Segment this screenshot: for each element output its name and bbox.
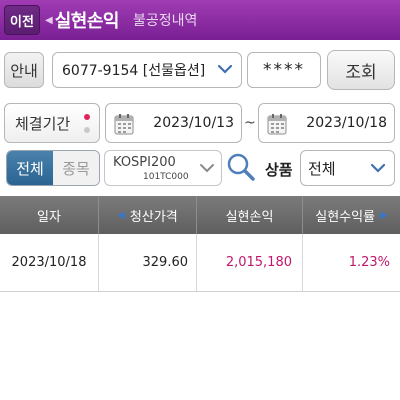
column-header-return-rate: 실현수익률 ▶ [303,196,400,234]
calendar-icon [267,114,287,135]
chevron-down-icon [217,64,233,74]
query-label: 조회 [345,62,377,83]
back-button[interactable]: 이전 [4,5,40,35]
cell-realized-pnl: 2,015,180 [197,234,303,291]
filter-row: 전체 종목 KOSPI200 101TC000 전체 [0,146,400,190]
calendar-icon [114,114,134,135]
cell-date: 2023/10/18 [0,234,99,291]
left-arrow-icon: ◀ [45,14,53,26]
instrument-name: KOSPI200 [113,155,176,170]
end-date: 2023/10/18 [306,115,387,131]
scope-segmented-control: 전체 종목 [6,150,100,186]
right-arrow-icon[interactable]: ▶ [380,210,388,221]
guide-button[interactable]: 안내 [4,52,44,88]
chevron-down-icon [200,164,214,173]
back-label: 이전 [10,14,34,30]
segment-all[interactable]: 전체 [7,151,53,185]
unfair-trades-link[interactable]: 불공정내역 [133,10,197,30]
cell-return-rate: 1.23% [348,255,390,270]
period-label: 체결기간 [15,114,71,133]
period-dot-inactive [84,127,90,133]
app-header: 이전 ◀ 실현손익 불공정내역 [0,0,400,40]
date-separator: ~ [244,115,256,131]
end-date-field[interactable]: 2023/10/18 [258,103,395,143]
column-header-label: 청산가격 [129,209,178,225]
cell-settle-price: 329.60 [99,234,197,291]
segment-item-label: 종목 [62,159,90,178]
column-header-date: 일자 [0,196,99,234]
product-select[interactable]: 전체 [300,150,395,186]
product-value: 전체 [308,159,336,178]
period-row: 체결기간 2023/10/13 ~ 2023/10/18 [0,100,400,148]
left-arrow-icon[interactable]: ◀ [117,210,125,221]
segment-all-label: 전체 [16,159,44,178]
search-icon[interactable] [226,152,256,182]
column-header-realized-pnl: 실현손익 [197,196,303,234]
account-row: 안내 6077-9154 [선물옵션] **** 조회 [0,48,400,94]
product-label: 상품 [265,161,293,179]
column-header-settle-price: ◀ 청산가격 [99,196,197,234]
segment-item[interactable]: 종목 [53,151,99,185]
guide-label: 안내 [10,61,38,80]
table-header: 일자 ◀ 청산가격 실현손익 실현수익률 ▶ [0,196,400,234]
period-dot-active [84,114,90,120]
instrument-code: 101TC000 [143,172,189,182]
table-row[interactable]: 2023/10/18 329.60 2,015,180 1.23% [0,234,400,292]
start-date: 2023/10/13 [153,115,234,131]
account-value: 6077-9154 [선물옵션] [62,63,206,79]
column-header-label: 일자 [37,209,61,225]
column-header-label: 실현손익 [225,209,274,225]
page-title: 실현손익 [54,11,120,32]
query-button[interactable]: 조회 [327,50,395,90]
column-header-label: 실현수익률 [315,209,376,225]
password-mask: **** [263,60,305,80]
password-field[interactable]: **** [247,52,321,88]
chevron-down-icon [370,163,386,173]
instrument-select[interactable]: KOSPI200 101TC000 [104,150,222,186]
start-date-field[interactable]: 2023/10/13 [105,103,242,143]
period-selector[interactable]: 체결기간 [4,103,100,143]
account-select[interactable]: 6077-9154 [선물옵션] [52,52,242,88]
